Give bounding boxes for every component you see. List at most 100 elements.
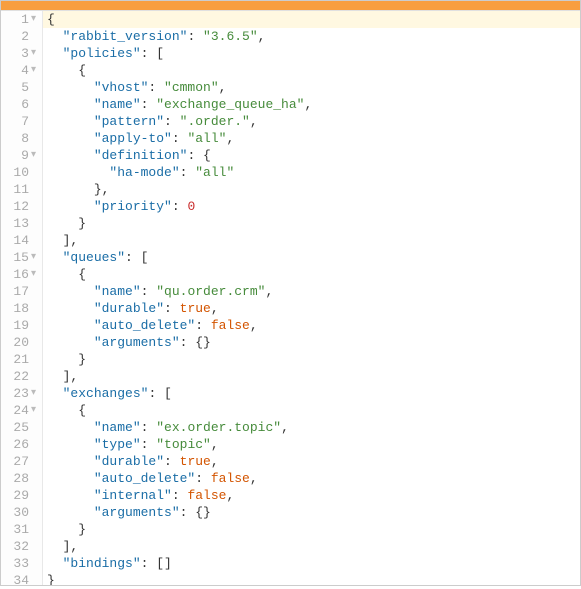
line-number: 23: [11, 385, 29, 402]
punctuation: : {: [187, 148, 210, 163]
code-line[interactable]: "internal": false,: [43, 487, 580, 504]
code-line[interactable]: "priority": 0: [43, 198, 580, 215]
gutter-line: 6: [11, 96, 36, 113]
code-line[interactable]: "auto_delete": false,: [43, 470, 580, 487]
code-line[interactable]: "pattern": ".order.",: [43, 113, 580, 130]
code-line[interactable]: }: [43, 215, 580, 232]
punctuation: :: [187, 29, 203, 44]
code-line[interactable]: ],: [43, 232, 580, 249]
gutter-line: 24▾: [11, 402, 36, 419]
punctuation: :: [172, 199, 188, 214]
punctuation: {: [78, 267, 86, 282]
code-line[interactable]: "auto_delete": false,: [43, 317, 580, 334]
code-line[interactable]: {: [43, 62, 580, 79]
line-number: 20: [11, 334, 29, 351]
code-line[interactable]: "arguments": {}: [43, 334, 580, 351]
punctuation: :: [141, 437, 157, 452]
line-number: 8: [11, 130, 29, 147]
gutter-line: 31: [11, 521, 36, 538]
code-area[interactable]: { "rabbit_version": "3.6.5", "policies":…: [43, 11, 580, 585]
json-string: "all": [195, 165, 234, 180]
code-line[interactable]: "durable": true,: [43, 453, 580, 470]
json-string: "all": [187, 131, 226, 146]
code-line[interactable]: "definition": {: [43, 147, 580, 164]
code-line[interactable]: }: [43, 351, 580, 368]
code-line[interactable]: "name": "ex.order.topic",: [43, 419, 580, 436]
json-string: "qu.order.crm": [156, 284, 265, 299]
punctuation: :: [141, 284, 157, 299]
code-line[interactable]: ],: [43, 538, 580, 555]
punctuation: ,: [281, 420, 289, 435]
gutter-line: 14: [11, 232, 36, 249]
code-line[interactable]: ],: [43, 368, 580, 385]
code-line[interactable]: "type": "topic",: [43, 436, 580, 453]
punctuation: ],: [63, 539, 79, 554]
fold-arrow-icon[interactable]: ▾: [31, 62, 36, 79]
line-number: 19: [11, 317, 29, 334]
code-line[interactable]: "exchanges": [: [43, 385, 580, 402]
line-number: 22: [11, 368, 29, 385]
punctuation: ,: [265, 284, 273, 299]
json-key: "name": [94, 420, 141, 435]
code-line[interactable]: },: [43, 181, 580, 198]
line-number: 1: [11, 11, 29, 28]
code-line[interactable]: }: [43, 572, 580, 585]
code-line[interactable]: {: [43, 402, 580, 419]
line-number: 6: [11, 96, 29, 113]
gutter-line: 1▾: [11, 11, 36, 28]
json-key: "definition": [94, 148, 188, 163]
code-line[interactable]: "durable": true,: [43, 300, 580, 317]
code-line[interactable]: "rabbit_version": "3.6.5",: [43, 28, 580, 45]
line-number: 15: [11, 249, 29, 266]
code-line[interactable]: {: [43, 266, 580, 283]
punctuation: {: [47, 12, 55, 27]
fold-arrow-icon[interactable]: ▾: [31, 385, 36, 402]
code-line[interactable]: "name": "qu.order.crm",: [43, 283, 580, 300]
line-number: 33: [11, 555, 29, 572]
gutter-line: 12: [11, 198, 36, 215]
punctuation: ],: [63, 233, 79, 248]
punctuation: :: [141, 420, 157, 435]
punctuation: ,: [211, 301, 219, 316]
line-number: 14: [11, 232, 29, 249]
json-string: ".order.": [180, 114, 250, 129]
code-line[interactable]: "policies": [: [43, 45, 580, 62]
code-line[interactable]: "bindings": []: [43, 555, 580, 572]
punctuation: }: [78, 352, 86, 367]
json-number: 0: [187, 199, 195, 214]
code-line[interactable]: }: [43, 521, 580, 538]
gutter-line: 20: [11, 334, 36, 351]
line-number: 18: [11, 300, 29, 317]
json-key: "ha-mode": [109, 165, 179, 180]
code-line[interactable]: "arguments": {}: [43, 504, 580, 521]
json-key: "bindings": [63, 556, 141, 571]
punctuation: ],: [63, 369, 79, 384]
fold-arrow-icon[interactable]: ▾: [31, 147, 36, 164]
fold-arrow-icon[interactable]: ▾: [31, 249, 36, 266]
gutter-line: 2: [11, 28, 36, 45]
code-line[interactable]: {: [43, 11, 580, 28]
fold-arrow-icon[interactable]: ▾: [31, 11, 36, 28]
code-line[interactable]: "ha-mode": "all": [43, 164, 580, 181]
line-number: 21: [11, 351, 29, 368]
punctuation: ,: [211, 454, 219, 469]
gutter-line: 13: [11, 215, 36, 232]
punctuation: ,: [250, 114, 258, 129]
fold-arrow-icon[interactable]: ▾: [31, 266, 36, 283]
punctuation: :: [195, 471, 211, 486]
line-number: 10: [11, 164, 29, 181]
punctuation: ,: [211, 437, 219, 452]
code-line[interactable]: "name": "exchange_queue_ha",: [43, 96, 580, 113]
punctuation: : {}: [180, 505, 211, 520]
gutter-line: 8: [11, 130, 36, 147]
code-line[interactable]: "queues": [: [43, 249, 580, 266]
punctuation: ,: [304, 97, 312, 112]
json-key: "durable": [94, 301, 164, 316]
fold-arrow-icon[interactable]: ▾: [31, 45, 36, 62]
fold-arrow-icon[interactable]: ▾: [31, 402, 36, 419]
punctuation: {: [78, 403, 86, 418]
punctuation: ,: [226, 488, 234, 503]
line-number: 28: [11, 470, 29, 487]
code-line[interactable]: "apply-to": "all",: [43, 130, 580, 147]
code-line[interactable]: "vhost": "cmmon",: [43, 79, 580, 96]
